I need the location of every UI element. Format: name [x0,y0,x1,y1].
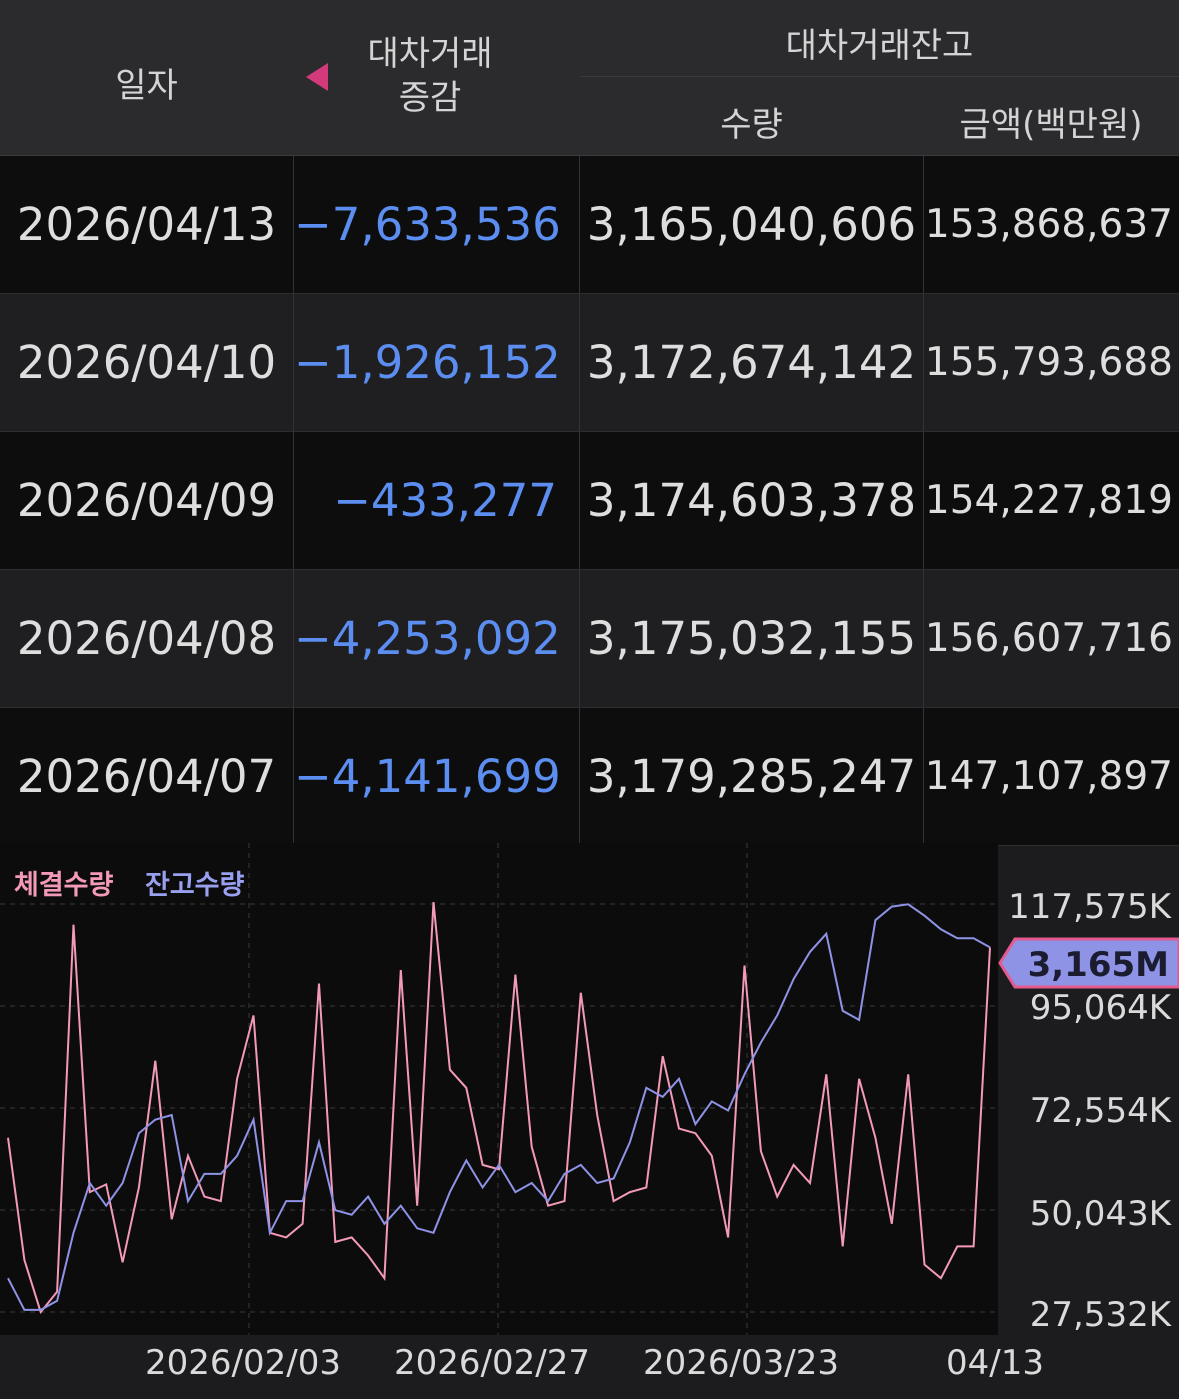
table-row[interactable]: 2026/04/13 −7,633,536 3,165,040,606 153,… [0,156,1179,294]
column-header-change-line1: 대차거래 [367,34,493,74]
row-amount: 153,868,637 [924,202,1173,247]
legend-balance[interactable]: 잔고수량 [145,863,244,902]
table-row[interactable]: 2026/04/08 −4,253,092 3,175,032,155 156,… [0,570,1179,708]
column-header-change-line2: 증감 [398,78,462,118]
column-header-change[interactable]: 대차거래 증감 [340,32,520,120]
column-header-quantity[interactable]: 수량 [580,97,923,146]
table-row[interactable]: 2026/04/10 −1,926,152 3,172,674,142 155,… [0,294,1179,432]
row-date: 2026/04/13 [16,198,277,251]
row-quantity: 3,174,603,378 [580,432,924,569]
row-quantity: 3,172,674,142 [580,294,924,431]
volume-balance-chart[interactable]: 체결수량 잔고수량 117,575K 95,064K 72,554K 50,04… [0,843,1179,1399]
row-change: −4,253,092 [293,570,580,707]
table-header: 일자 대차거래 증감 대차거래잔고 수량 금액(백만원) [0,0,1179,156]
data-table: 2026/04/13 −7,633,536 3,165,040,606 153,… [0,156,1179,846]
row-change: −7,633,536 [293,156,580,293]
row-change: −433,277 [293,432,580,569]
table-row[interactable]: 2026/04/07 −4,141,699 3,179,285,247 147,… [0,708,1179,846]
chart-canvas[interactable] [0,843,1179,1399]
current-value-label: 3,165M [1027,945,1169,985]
column-header-amount[interactable]: 금액(백만원) [923,97,1179,146]
x-tick-label: 04/13 [946,1343,1044,1383]
y-tick-label: 117,575K [1008,887,1171,927]
table-row[interactable]: 2026/04/09 −433,277 3,174,603,378 154,22… [0,432,1179,570]
header-divider [580,76,1179,77]
x-tick-label: 2026/03/23 [643,1343,839,1383]
row-date: 2026/04/07 [16,750,277,803]
row-date: 2026/04/10 [16,336,277,389]
column-header-balance: 대차거래잔고 [785,26,974,66]
sort-left-arrow-icon[interactable] [306,63,328,91]
y-tick-label: 27,532K [1029,1295,1171,1335]
x-tick-label: 2026/02/27 [394,1343,590,1383]
row-amount: 155,793,688 [924,340,1173,385]
row-amount: 154,227,819 [924,478,1173,523]
legend-execution[interactable]: 체결수량 [14,863,113,902]
row-date: 2026/04/08 [16,612,277,665]
plot-area [0,843,998,1335]
column-header-date[interactable]: 일자 [0,58,293,107]
row-amount: 156,607,716 [924,616,1173,661]
y-tick-label: 72,554K [1029,1091,1171,1131]
y-tick-label: 50,043K [1029,1194,1171,1234]
row-quantity: 3,179,285,247 [580,708,924,845]
row-change: −4,141,699 [293,708,580,845]
row-date: 2026/04/09 [16,474,277,527]
x-tick-label: 2026/02/03 [145,1343,341,1383]
row-change: −1,926,152 [293,294,580,431]
row-quantity: 3,165,040,606 [580,156,924,293]
row-quantity: 3,175,032,155 [580,570,924,707]
y-tick-label: 95,064K [1029,988,1171,1028]
row-amount: 147,107,897 [924,754,1173,799]
